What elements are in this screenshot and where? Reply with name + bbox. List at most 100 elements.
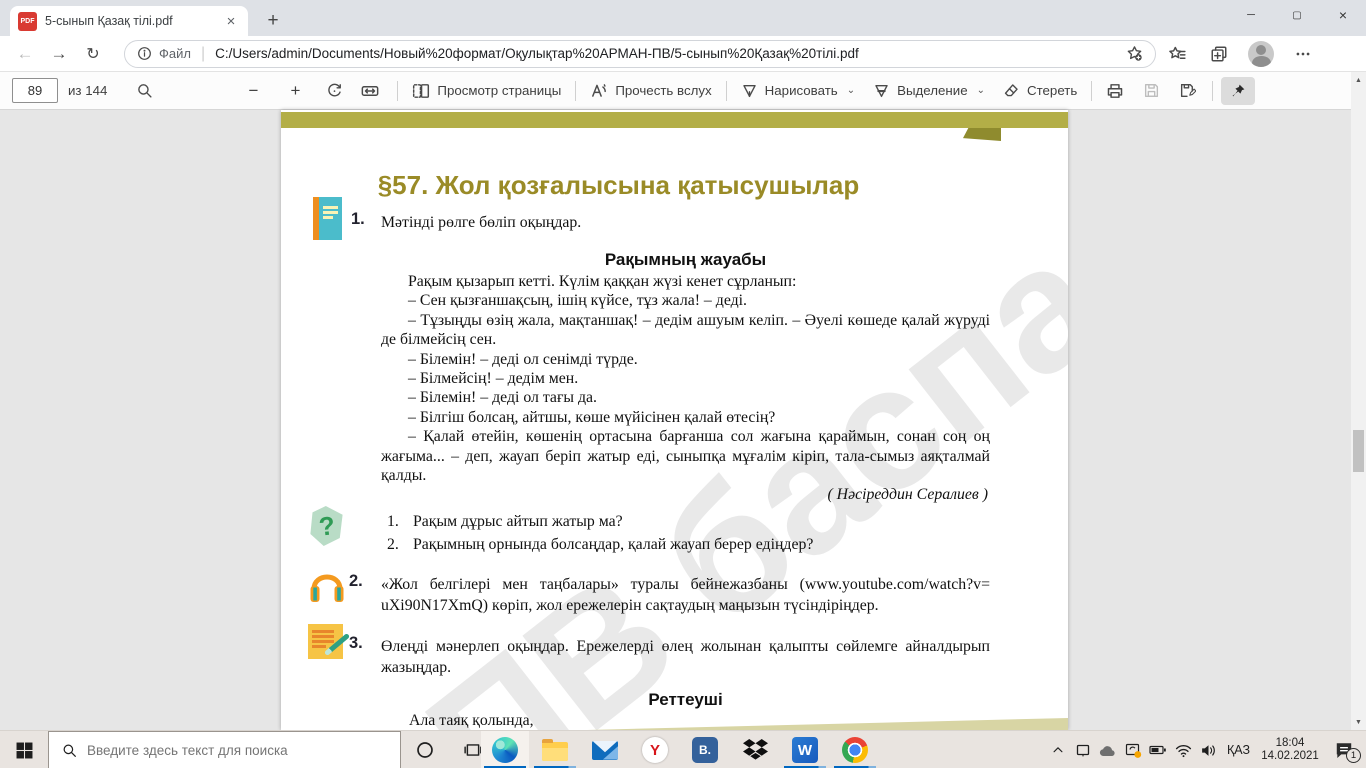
- refresh-button[interactable]: ↻: [76, 39, 110, 69]
- address-bar-row: ← → ↻ Файл | C:/Users/admin/Documents/Но…: [0, 36, 1366, 72]
- address-bar[interactable]: Файл | C:/Users/admin/Documents/Новый%20…: [124, 39, 1156, 68]
- tray-battery-button[interactable]: [1146, 731, 1171, 768]
- erase-button[interactable]: Стереть: [1003, 82, 1077, 99]
- taskbar-app-mail[interactable]: [581, 731, 629, 768]
- zoom-out-button[interactable]: −: [241, 81, 265, 101]
- scroll-down-icon[interactable]: ▼: [1351, 714, 1366, 730]
- edge-icon: [492, 737, 518, 763]
- add-favorite-button[interactable]: [1119, 41, 1149, 66]
- pdf-toolbar: из 144 − + Просмотр страницы Прочесть вс…: [0, 72, 1351, 110]
- url-text: C:/Users/admin/Documents/Новый%20формат/…: [215, 46, 859, 61]
- tray-sync-button[interactable]: [1121, 731, 1146, 768]
- start-button[interactable]: [0, 731, 48, 768]
- page-total-label: из 144: [68, 83, 108, 98]
- pdf-file-icon: PDF: [18, 11, 37, 31]
- collections-icon: [1211, 46, 1227, 61]
- tray-expand-button[interactable]: [1046, 731, 1071, 768]
- page-accent-band: [281, 112, 1068, 128]
- question-text: Рақымның орнында болсаңдар, қалай жауап …: [413, 536, 814, 553]
- task-text: Мәтінді рөлге бөліп оқыңдар.: [381, 214, 582, 231]
- tray-device-button[interactable]: [1071, 731, 1096, 768]
- chrome-icon: [842, 737, 868, 763]
- page-accent-fold: [963, 128, 1001, 141]
- taskbar-app-dropbox[interactable]: [731, 731, 779, 768]
- question-glyph: ?: [316, 509, 336, 542]
- save-icon: [1144, 83, 1158, 98]
- chevron-down-icon[interactable]: ⌄: [977, 85, 985, 96]
- draw-pen-icon: [742, 85, 756, 98]
- pdf-search-button[interactable]: [133, 78, 155, 104]
- story-text: Рақым қызарып кетті. Күлім қаққан жүзі к…: [381, 272, 990, 505]
- cloud-icon: [1100, 746, 1116, 757]
- active-tab[interactable]: PDF 5-сынып Қазақ тілі.pdf ×: [10, 6, 248, 36]
- new-tab-button[interactable]: +: [260, 8, 286, 34]
- page-view-icon: [413, 83, 430, 98]
- taskbar-clock[interactable]: 18:04 14.02.2021: [1258, 737, 1322, 764]
- read-aloud-button[interactable]: Прочесть вслух: [590, 82, 712, 100]
- fit-width-button[interactable]: [359, 78, 381, 104]
- lesson-title: §57. Жол қозғалысына қатысушылар: [377, 170, 860, 200]
- taskbar-search-input[interactable]: [87, 742, 400, 758]
- pin-toolbar-button[interactable]: [1221, 76, 1256, 105]
- tab-close-icon[interactable]: ×: [222, 12, 240, 30]
- save-button[interactable]: [1140, 78, 1162, 104]
- file-explorer-icon: [542, 739, 568, 761]
- tab-title: 5-сынып Қазақ тілі.pdf: [45, 14, 173, 28]
- highlight-button[interactable]: Выделение ⌄: [873, 82, 985, 99]
- word-icon: W: [792, 737, 818, 763]
- question-text: Рақым дұрыс айтып жатыр ма?: [413, 513, 623, 530]
- writing-task-icon: [308, 624, 351, 659]
- save-as-button[interactable]: [1176, 78, 1198, 104]
- reading-task-icon: [313, 197, 342, 240]
- question-number: 1.: [387, 513, 399, 530]
- forward-button[interactable]: →: [42, 39, 76, 69]
- read-aloud-icon: [592, 83, 607, 97]
- eraser-icon: [1004, 84, 1018, 97]
- taskbar-app-word[interactable]: W: [781, 731, 829, 768]
- language-indicator[interactable]: ҚАЗ: [1221, 743, 1258, 757]
- window-close-button[interactable]: ×: [1320, 0, 1366, 30]
- taskbar-search-box[interactable]: [48, 731, 401, 768]
- windows-logo-icon: [16, 742, 32, 758]
- vertical-scrollbar[interactable]: ▲ ▼: [1351, 72, 1366, 730]
- story-paragraph: – Білемін! – деді ол сенімді түрде.: [408, 350, 638, 368]
- pdf-page: АРМАН-ПВ баспасы §57. Жол қозғалысына қа…: [281, 110, 1068, 730]
- taskbar-app-vk[interactable]: В.: [681, 731, 729, 768]
- taskbar-app-edge[interactable]: [481, 731, 529, 768]
- profile-button[interactable]: [1240, 39, 1282, 69]
- rotate-button[interactable]: [323, 78, 345, 104]
- collections-button[interactable]: [1198, 39, 1240, 69]
- scroll-up-icon[interactable]: ▲: [1351, 72, 1366, 88]
- pdf-viewer[interactable]: АРМАН-ПВ баспасы §57. Жол қозғалысына қа…: [0, 110, 1351, 730]
- back-button[interactable]: ←: [8, 39, 42, 69]
- tray-onedrive-button[interactable]: [1096, 731, 1121, 768]
- draw-label: Нарисовать: [764, 83, 838, 98]
- draw-button[interactable]: Нарисовать ⌄: [741, 82, 855, 99]
- print-button[interactable]: [1104, 78, 1126, 104]
- story-paragraph: – Білемін! – деді ол тағы да.: [408, 389, 597, 407]
- ellipsis-icon: [1296, 52, 1310, 55]
- page-number-input[interactable]: [12, 78, 58, 103]
- taskbar-app-file-explorer[interactable]: [531, 731, 579, 768]
- avatar: [1248, 40, 1274, 67]
- story-paragraph: Рақым қызарып кетті. Күлім қаққан жүзі к…: [408, 273, 797, 290]
- tray-volume-button[interactable]: [1196, 731, 1221, 768]
- taskbar-app-chrome[interactable]: [831, 731, 879, 768]
- scrollbar-thumb[interactable]: [1353, 430, 1364, 472]
- window-maximize-button[interactable]: ▢: [1274, 0, 1320, 30]
- question-item: 2. Рақымның орнында болсаңдар, қалай жау…: [387, 533, 987, 556]
- chevron-down-icon[interactable]: ⌄: [847, 85, 855, 96]
- page-view-button[interactable]: Просмотр страницы: [412, 82, 561, 100]
- favorites-button[interactable]: [1156, 39, 1198, 69]
- action-center-button[interactable]: 1: [1322, 731, 1366, 768]
- print-icon: [1108, 83, 1123, 98]
- cortana-button[interactable]: [401, 731, 449, 768]
- cortana-icon: [417, 742, 433, 758]
- browser-menu-button[interactable]: [1282, 39, 1324, 69]
- window-minimize-button[interactable]: ─: [1228, 0, 1274, 30]
- save-as-icon: [1180, 83, 1196, 98]
- tray-wifi-button[interactable]: [1171, 731, 1196, 768]
- taskbar-app-yandex[interactable]: Y: [631, 731, 679, 768]
- poem-line: Ала таяқ қолында,: [409, 712, 534, 729]
- zoom-in-button[interactable]: +: [283, 81, 307, 101]
